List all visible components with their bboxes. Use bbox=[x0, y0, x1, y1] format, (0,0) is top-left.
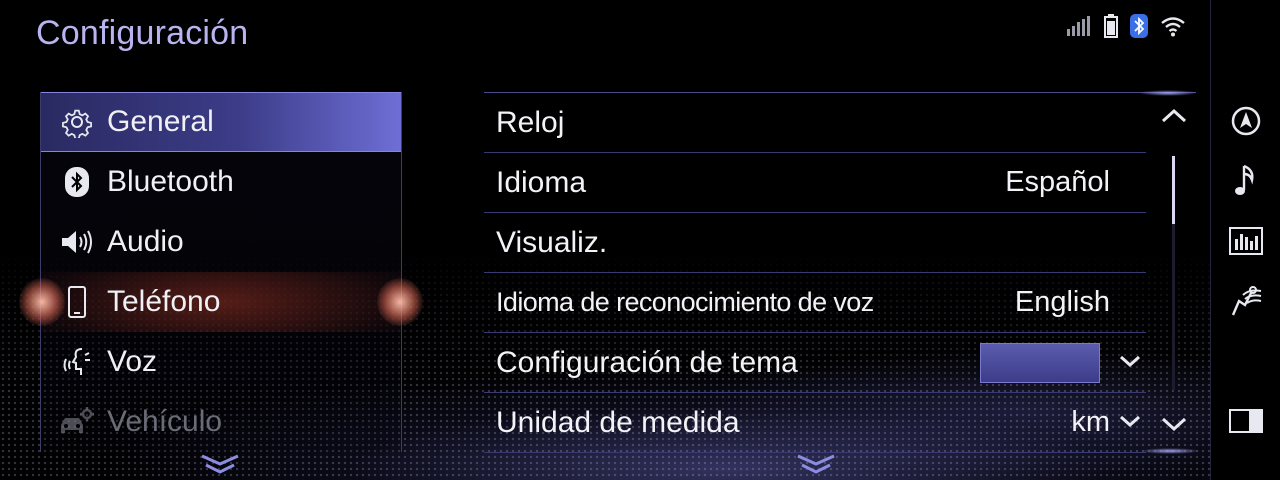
signal-bars-icon bbox=[1067, 16, 1090, 36]
menu-item-label: General bbox=[107, 105, 214, 138]
scroll-up-button[interactable] bbox=[1160, 106, 1188, 126]
settings-row-label: Reloj bbox=[496, 105, 565, 139]
settings-category-menu: General Bluetooth Audio Teléfono Voz Veh… bbox=[19, 92, 423, 452]
speaker-icon bbox=[59, 224, 95, 260]
navigation-icon[interactable] bbox=[1227, 102, 1265, 140]
settings-row-label: Idioma bbox=[496, 165, 587, 199]
chevron-down-icon[interactable] bbox=[1118, 413, 1142, 429]
scroll-down-button[interactable] bbox=[1160, 414, 1188, 434]
list-scroll-more-icon[interactable] bbox=[796, 452, 836, 478]
status-bar bbox=[1066, 14, 1186, 38]
music-note-icon[interactable] bbox=[1227, 162, 1265, 200]
menu-scroll-more-icon[interactable] bbox=[200, 452, 240, 478]
split-screen-icon[interactable] bbox=[1227, 402, 1265, 440]
scroll-glow bbox=[1140, 448, 1200, 454]
settings-row-theme[interactable]: Configuración de tema bbox=[484, 333, 1146, 393]
menu-item-audio[interactable]: Audio bbox=[41, 212, 401, 272]
settings-row-label: Configuración de tema bbox=[496, 345, 798, 379]
vehicle-settings-icon bbox=[59, 404, 95, 440]
settings-row-units[interactable]: Unidad de medida km bbox=[484, 393, 1146, 453]
settings-list: Reloj Idioma Español Visualiz. Idioma de… bbox=[484, 90, 1198, 453]
menu-item-bluetooth[interactable]: Bluetooth bbox=[41, 152, 401, 212]
menu-item-label: Voz bbox=[107, 345, 158, 378]
menu-item-label: Vehículo bbox=[107, 405, 223, 438]
scrollbar-thumb[interactable] bbox=[1172, 156, 1175, 224]
climate-seat-icon[interactable] bbox=[1227, 282, 1265, 320]
voice-icon bbox=[59, 344, 95, 380]
menu-item-vehicle[interactable]: Vehículo bbox=[41, 392, 401, 452]
settings-row-clock[interactable]: Reloj bbox=[484, 93, 1146, 153]
menu-item-label: Bluetooth bbox=[107, 165, 234, 198]
menu-item-general[interactable]: General bbox=[41, 92, 401, 152]
settings-row-value: English bbox=[1014, 286, 1110, 318]
settings-row-voice-language[interactable]: Idioma de reconocimiento de voz English bbox=[484, 273, 1146, 333]
settings-row-label: Visualiz. bbox=[496, 225, 608, 259]
equalizer-icon[interactable] bbox=[1227, 222, 1265, 260]
menu-item-phone[interactable]: Teléfono bbox=[19, 272, 423, 332]
phone-icon bbox=[59, 284, 95, 320]
wifi-icon bbox=[1161, 17, 1185, 37]
menu-item-label: Teléfono bbox=[107, 285, 221, 318]
settings-row-value: km bbox=[1071, 406, 1110, 438]
menu-item-voice[interactable]: Voz bbox=[41, 332, 401, 392]
settings-row-label: Idioma de reconocimiento de voz bbox=[496, 287, 874, 317]
settings-row-language[interactable]: Idioma Español bbox=[484, 153, 1146, 213]
shortcut-sidebar bbox=[1210, 0, 1280, 480]
battery-icon bbox=[1104, 14, 1118, 38]
settings-row-display[interactable]: Visualiz. bbox=[484, 213, 1146, 273]
theme-color-swatch bbox=[980, 343, 1100, 383]
chevron-down-icon[interactable] bbox=[1118, 353, 1142, 369]
page-title: Configuración bbox=[36, 14, 249, 52]
bluetooth-icon bbox=[1130, 14, 1148, 38]
settings-row-label: Unidad de medida bbox=[496, 405, 740, 439]
menu-item-label: Audio bbox=[107, 225, 184, 258]
gear-icon bbox=[59, 104, 95, 140]
settings-row-value: Español bbox=[1005, 166, 1110, 198]
bluetooth-icon bbox=[59, 164, 95, 200]
